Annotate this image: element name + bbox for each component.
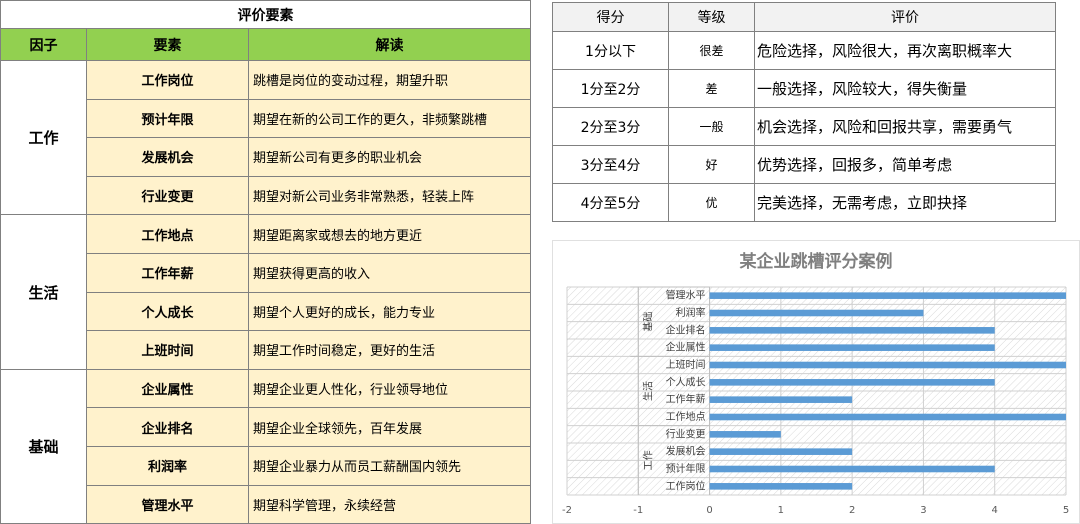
header-grade: 等级 [668,2,755,32]
table-row: 2分至3分 一般 机会选择，风险和回报共享，需要勇气 [552,107,1056,146]
bar [709,327,995,334]
evaluation-cell: 危险选择，风险很大，再次离职概率大 [754,31,1056,70]
header-factor: 因子 [0,28,87,61]
factor-cell: 工作 [0,59,87,216]
x-tick-label: 1 [778,505,784,516]
score-cell: 3分至4分 [552,145,669,184]
grade-cell: 很差 [668,31,755,70]
element-cell: 上班时间 [86,330,249,370]
factor-cell: 生活 [0,214,87,370]
element-cell: 工作地点 [86,214,249,254]
header-explain: 解读 [248,28,531,61]
grade-cell: 一般 [668,107,755,146]
element-cell: 企业排名 [86,407,249,447]
bar [709,309,924,317]
explain-cell: 期望新公司有更多的职业机会 [248,137,531,177]
score-cell: 4分至5分 [552,183,669,222]
bar [709,361,1066,369]
element-cell: 个人成长 [86,291,249,332]
bar [709,396,853,403]
bar [709,344,995,351]
category-label: 利润率 [676,306,706,319]
element-cell: 预计年限 [86,98,249,139]
category-label: 企业属性 [666,341,706,354]
table-title: 评价要素 [0,0,531,29]
bar [709,465,995,473]
header-element: 要素 [86,28,249,61]
element-cell: 管理水平 [86,484,249,524]
group-label: 生活 [641,381,654,401]
table-row: 4分至5分 优 完美选择，无需考虑，立即抉择 [552,183,1056,222]
category-label: 工作地点 [666,410,706,423]
element-cell: 工作岗位 [86,60,249,100]
bar-chart: 某企业跳槽评分案例 工作 生活 基础工作岗位 预计年限 发展机会 行业变更 工作地点 工作年薪… [562,251,1069,516]
element-cell: 发展机会 [86,137,249,177]
category-label: 管理水平 [666,289,706,302]
table-row: 3分至4分 好 优势选择，回报多，简单考虑 [552,145,1056,184]
explain-cell: 期望对新公司业务非常熟悉，轻装上阵 [248,175,531,216]
evaluation-cell: 机会选择，风险和回报共享，需要勇气 [754,107,1056,146]
evaluation-cell: 完美选择，无需考虑，立即抉择 [754,183,1056,222]
bar [709,292,1066,299]
x-tick-label: 4 [992,505,998,516]
x-tick-label: 0 [706,505,712,516]
x-tick-label: -2 [562,505,572,516]
element-cell: 利润率 [86,445,249,486]
x-tick-label: 5 [1063,505,1069,516]
category-label: 工作岗位 [666,479,706,492]
group-label: 基础 [641,312,654,332]
header-evaluation: 评价 [754,2,1056,32]
explain-cell: 期望获得更高的收入 [248,252,531,293]
explain-cell: 期望企业更人性化，行业领导地位 [248,368,531,409]
explain-cell: 期望科学管理，永续经营 [248,484,531,524]
explain-cell: 期望个人更好的成长，能力专业 [248,291,531,332]
element-cell: 工作年薪 [86,252,249,293]
explain-cell: 期望工作时间稳定，更好的生活 [248,330,531,370]
table-row: 1分至2分 差 一般选择，风险较大，得失衡量 [552,69,1056,108]
grade-cell: 差 [668,69,755,108]
header-score: 得分 [552,2,669,32]
bar [709,379,995,386]
category-label: 个人成长 [666,376,706,388]
bar [709,483,853,490]
explain-cell: 跳槽是岗位的变动过程，期望升职 [248,60,531,100]
factor-cell: 基础 [0,368,87,524]
evaluation-cell: 一般选择，风险较大，得失衡量 [754,69,1056,108]
category-label: 工作年薪 [666,393,706,406]
evaluation-cell: 优势选择，回报多，简单考虑 [754,145,1056,184]
bar [709,413,1066,421]
category-label: 企业排名 [666,323,706,336]
element-cell: 企业属性 [86,368,249,409]
x-tick-label: 3 [920,505,926,516]
bar [709,431,781,438]
score-cell: 1分至2分 [552,69,669,108]
score-cell: 1分以下 [552,31,669,70]
category-label: 预计年限 [666,462,706,475]
grade-cell: 好 [668,145,755,184]
category-label: 行业变更 [666,427,706,440]
table-row: 1分以下 很差 危险选择，风险很大，再次离职概率大 [552,31,1056,70]
x-tick-label: -1 [633,505,643,516]
category-label: 发展机会 [666,445,706,458]
explain-cell: 期望距离家或想去的地方更近 [248,214,531,254]
x-tick-label: 2 [849,505,855,516]
explain-cell: 期望企业暴力从而员工薪酬国内领先 [248,445,531,486]
evaluation-elements-table: 评价要素 因子 要素 解读 工作 工作岗位 跳槽是岗位的变动过程，期望升职 预计… [0,0,531,524]
category-label: 上班时间 [666,358,706,371]
explain-cell: 期望在新的公司工作的更久，非频繁跳槽 [248,98,531,139]
bar [709,448,853,455]
chart-container: 某企业跳槽评分案例 工作 生活 基础工作岗位 预计年限 发展机会 行业变更 工作地点 工作年薪… [552,240,1080,524]
explain-cell: 期望企业全球领先，百年发展 [248,407,531,447]
chart-title: 某企业跳槽评分案例 [740,251,893,272]
score-cell: 2分至3分 [552,107,669,146]
score-grade-table: 得分 等级 评价 1分以下 很差 危险选择，风险很大，再次离职概率大 1分至2分… [552,2,1056,222]
element-cell: 行业变更 [86,175,249,216]
grade-cell: 优 [668,183,755,222]
group-label: 工作 [642,450,654,470]
